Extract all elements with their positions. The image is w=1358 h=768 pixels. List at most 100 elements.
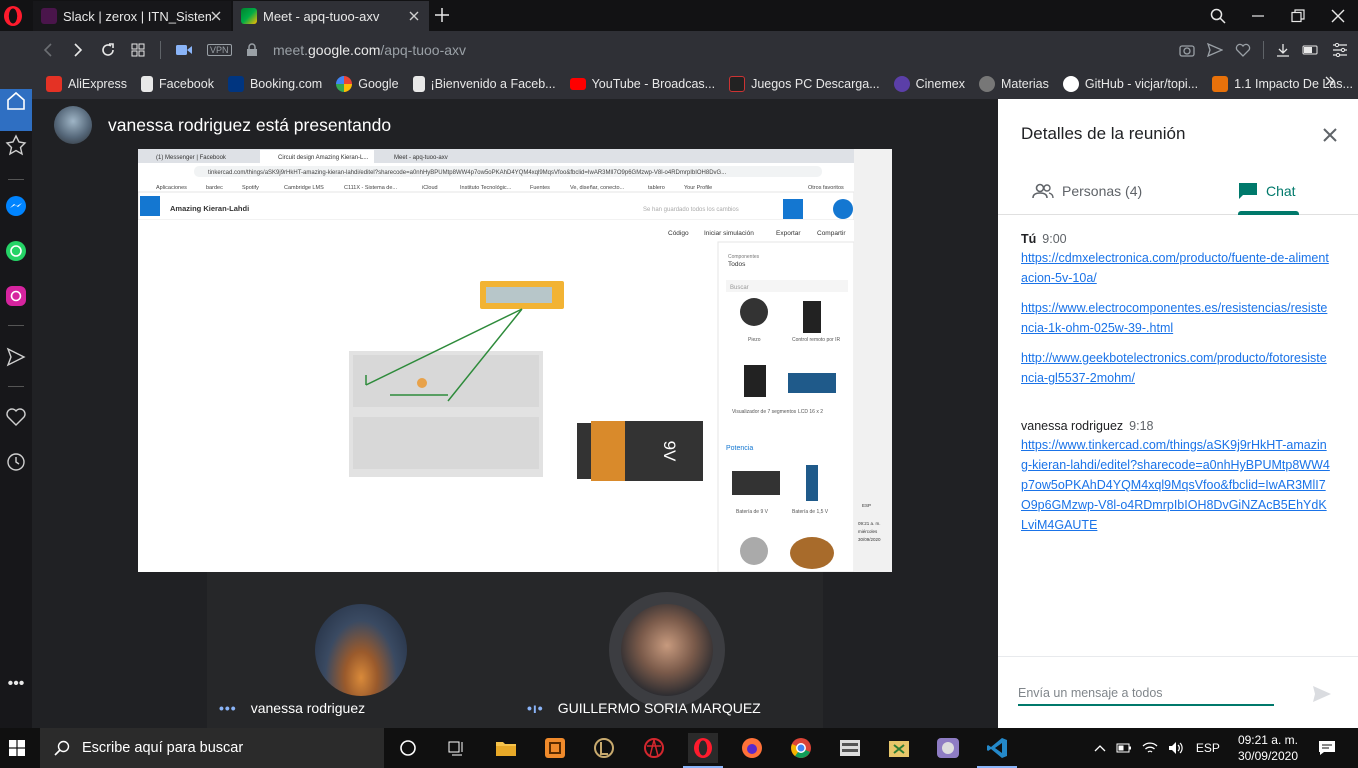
cortana-icon[interactable] (393, 733, 423, 763)
chat-link[interactable]: http://www.geekbotelectronics.com/produc… (1021, 348, 1333, 388)
materias-icon (978, 75, 995, 92)
meet-main-area: vanessa rodriguez está presentando (1) M… (32, 99, 998, 728)
participant-avatar[interactable] (621, 604, 713, 696)
bookmark-github[interactable]: GitHub - vicjar/topi... (1062, 75, 1199, 92)
bookmark-cinemex[interactable]: Cinemex (893, 75, 965, 92)
notifications-icon[interactable] (1318, 740, 1336, 756)
bookmark-bienvenido[interactable]: ¡Bienvenido a Faceb... (412, 75, 556, 92)
speed-dial-icon[interactable] (130, 42, 146, 58)
flow-icon[interactable] (4, 345, 28, 369)
close-tab-icon[interactable] (407, 9, 421, 23)
bookmark-facebook[interactable]: Facebook (141, 75, 214, 92)
heart-icon[interactable] (1235, 43, 1251, 57)
app-icon-tools[interactable] (835, 733, 865, 763)
shared-screen-canvas: (1) Messenger | Facebook Circuit design … (138, 149, 892, 572)
booking-icon (227, 75, 244, 92)
firefox-icon[interactable] (737, 733, 767, 763)
more-bookmarks-icon[interactable] (1324, 75, 1336, 87)
language-indicator[interactable]: ESP (1196, 741, 1220, 755)
camera-icon[interactable] (175, 43, 193, 57)
opera-menu-icon[interactable] (3, 5, 23, 27)
bookmark-label: Google (358, 76, 399, 91)
bookmark-juegos[interactable]: Juegos PC Descarga... (729, 75, 880, 92)
bookmark-booking[interactable]: Booking.com (227, 75, 322, 92)
battery-icon[interactable] (1116, 743, 1132, 753)
url-text[interactable]: meet.google.com/apq-tuoo-axv (273, 42, 466, 58)
vpn-badge[interactable]: VPN (207, 43, 232, 56)
history-icon[interactable] (4, 450, 28, 474)
clock-date: 30/09/2020 (1237, 749, 1298, 763)
share-button: Compartir (817, 230, 846, 237)
chat-link[interactable]: https://www.tinkercad.com/things/aSK9j9r… (1021, 435, 1333, 535)
home-icon[interactable] (4, 89, 28, 113)
close-window-icon[interactable] (1318, 0, 1358, 31)
address-bar: VPN meet.google.com/apq-tuoo-axv (0, 31, 1358, 68)
project-title: Amazing Kieran-Lahdi (170, 204, 249, 213)
app-icon-red[interactable] (639, 733, 669, 763)
bookmark-label: GitHub - vicjar/topi... (1084, 76, 1199, 91)
search-tabs-icon[interactable] (1198, 0, 1238, 31)
chrome-icon[interactable] (786, 733, 816, 763)
minimize-icon[interactable] (1238, 0, 1278, 31)
taskbar-search[interactable]: Escribe aquí para buscar (40, 728, 384, 768)
audio-indicator-icon: •ı• (527, 700, 544, 716)
wifi-icon[interactable] (1142, 741, 1158, 755)
file-explorer-icon[interactable] (491, 733, 521, 763)
battery-saver-icon[interactable] (1302, 44, 1320, 56)
page-icon (141, 75, 154, 92)
close-tab-icon[interactable] (209, 9, 223, 23)
forward-icon[interactable] (70, 42, 86, 58)
export-button: Exportar (776, 230, 801, 237)
app-icon-orange[interactable] (540, 733, 570, 763)
vscode-icon[interactable] (977, 733, 1017, 768)
bookmark-google[interactable]: Google (336, 75, 399, 92)
bookmark-youtube[interactable]: YouTube - Broadcas... (569, 77, 715, 91)
tab-meet[interactable]: Meet - apq-tuoo-axv (233, 1, 429, 31)
google-icon (336, 75, 353, 92)
favorites-icon[interactable] (4, 405, 28, 429)
taskbar-clock[interactable]: 09:21 a. m. 30/09/2020 (1238, 732, 1298, 764)
close-panel-icon[interactable] (1320, 125, 1340, 145)
chat-link[interactable]: https://cdmxelectronica.com/producto/fue… (1021, 248, 1333, 288)
send-icon[interactable] (1312, 685, 1332, 703)
separator (8, 179, 24, 180)
tab-chat[interactable]: Chat (1238, 167, 1296, 215)
new-tab-icon[interactable] (433, 6, 451, 24)
snapshot-icon[interactable] (1179, 43, 1195, 57)
presenter-avatar (54, 106, 92, 144)
task-view-icon[interactable] (441, 733, 471, 763)
chat-input[interactable] (1018, 682, 1274, 706)
browser-tab-bar: Slack | zerox | ITN_Sistemas Meet - apq-… (0, 0, 1358, 31)
sidebar-more-icon[interactable]: ••• (4, 675, 28, 699)
app-icon-yellow[interactable] (884, 733, 914, 763)
league-icon[interactable] (589, 733, 619, 763)
download-icon[interactable] (1276, 43, 1290, 57)
participant-avatar[interactable] (315, 604, 407, 696)
chat-icon (1238, 182, 1266, 200)
components-label: Componentes (728, 254, 760, 260)
opera-taskbar-icon[interactable] (683, 733, 723, 768)
bookmark-materias[interactable]: Materias (978, 75, 1049, 92)
volume-icon[interactable] (1168, 741, 1184, 755)
easy-setup-icon[interactable] (1332, 42, 1348, 57)
inner-bookmark: Spotify (242, 185, 259, 191)
restore-icon[interactable] (1278, 0, 1318, 31)
windows-start-icon[interactable] (0, 728, 33, 768)
bookmark-label: Facebook (159, 76, 214, 91)
back-icon[interactable] (40, 42, 56, 58)
tab-label: Personas (4) (1062, 183, 1143, 199)
reload-icon[interactable] (100, 42, 116, 58)
lock-icon[interactable] (246, 42, 258, 57)
app-icon-purple[interactable] (933, 733, 963, 763)
tab-slack[interactable]: Slack | zerox | ITN_Sistemas (33, 1, 231, 31)
bookmark-aliexpress[interactable]: AliExpress (46, 75, 127, 92)
send-icon[interactable] (1207, 42, 1223, 57)
instagram-icon[interactable] (4, 284, 28, 308)
tab-people[interactable]: Personas (4) (1032, 167, 1142, 215)
bookmarks-icon[interactable] (4, 133, 28, 157)
participant-name: •ı• GUILLERMO SORIA MARQUEZ (527, 700, 761, 716)
chat-link[interactable]: https://www.electrocomponentes.es/resist… (1021, 298, 1333, 338)
show-hidden-icon[interactable] (1094, 744, 1106, 752)
whatsapp-icon[interactable] (4, 239, 28, 263)
messenger-icon[interactable] (4, 194, 28, 218)
